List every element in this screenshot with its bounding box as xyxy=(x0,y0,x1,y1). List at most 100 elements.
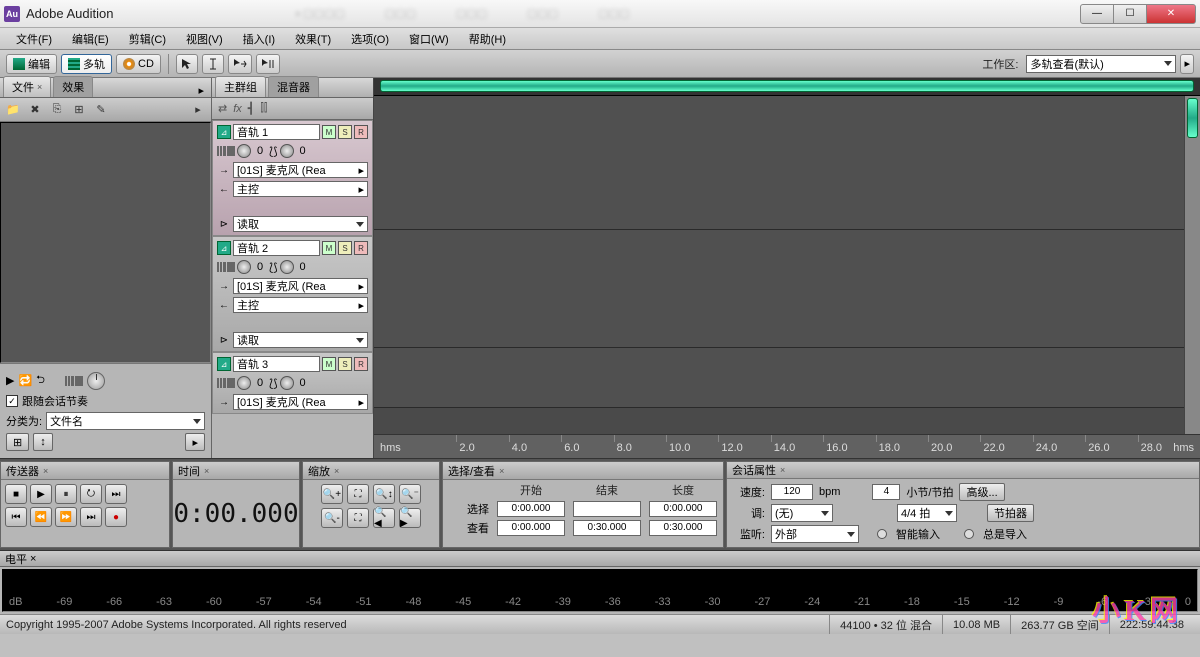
time-sig-select[interactable]: 4/4 拍 xyxy=(897,504,957,522)
preview-volume-dial[interactable] xyxy=(87,372,105,390)
play-button[interactable]: ▶ xyxy=(30,484,52,504)
close-button[interactable]: ✕ xyxy=(1146,4,1196,24)
menu-effects[interactable]: 效果(T) xyxy=(285,28,341,50)
zoom-out-v-button[interactable]: 🔍⁻ xyxy=(399,484,421,504)
track-lane-1[interactable] xyxy=(374,96,1200,230)
sel-length-input[interactable]: 0:00.000 xyxy=(649,501,717,517)
follow-tempo-checkbox[interactable]: ✓ xyxy=(6,395,18,407)
solo-button[interactable]: S xyxy=(338,241,352,255)
inputs-icon[interactable]: ⇄ xyxy=(218,102,227,115)
record-button[interactable]: ● xyxy=(105,507,127,527)
tempo-input[interactable]: 120 xyxy=(771,484,813,500)
tab-files[interactable]: 文件× xyxy=(3,76,51,97)
pause-button[interactable]: ⏸ xyxy=(55,484,77,504)
close-file-button[interactable]: ✖ xyxy=(26,101,44,119)
record-arm-button[interactable]: R xyxy=(354,357,368,371)
record-arm-button[interactable]: R xyxy=(354,125,368,139)
mute-button[interactable]: M xyxy=(322,357,336,371)
stop-button[interactable]: ■ xyxy=(5,484,27,504)
sort-select[interactable]: 文件名 xyxy=(46,412,205,430)
pan-knob[interactable] xyxy=(280,260,294,274)
play-to-end-button[interactable]: ⏭ xyxy=(105,484,127,504)
insert-cd-button[interactable]: ⊞ xyxy=(70,101,88,119)
track-name-input[interactable]: 音轨 1 xyxy=(233,124,320,140)
minimize-button[interactable]: — xyxy=(1080,4,1114,24)
input-select[interactable]: [01S] 麦克风 (Rea▸ xyxy=(233,278,368,294)
volume-knob[interactable] xyxy=(237,144,251,158)
output-select[interactable]: 主控▸ xyxy=(233,181,368,197)
input-select[interactable]: [01S] 麦克风 (Rea▸ xyxy=(233,162,368,178)
tab-mixer[interactable]: 混音器 xyxy=(268,76,319,97)
time-ruler[interactable]: hms hms 2.04.06.08.010.012.014.016.018.0… xyxy=(374,434,1200,458)
close-icon[interactable]: × xyxy=(780,465,785,475)
tool-hybrid[interactable] xyxy=(228,54,252,74)
tab-main-group[interactable]: 主群组 xyxy=(215,76,266,97)
pan-knob[interactable] xyxy=(280,376,294,390)
menu-edit[interactable]: 编辑(E) xyxy=(62,28,119,50)
automation-mode-select[interactable]: 读取 xyxy=(233,216,368,232)
metronome-button[interactable]: 节拍器 xyxy=(987,504,1034,522)
solo-button[interactable]: S xyxy=(338,125,352,139)
go-start-button[interactable]: ⏮ xyxy=(5,507,27,527)
track-name-input[interactable]: 音轨 3 xyxy=(233,356,320,372)
menu-options[interactable]: 选项(O) xyxy=(341,28,399,50)
horizontal-scrollbar[interactable] xyxy=(374,78,1200,96)
menu-view[interactable]: 视图(V) xyxy=(176,28,233,50)
zoom-in-h-button[interactable]: 🔍+ xyxy=(321,484,343,504)
smart-input-radio[interactable] xyxy=(877,529,887,539)
zoom-in-left-button[interactable]: 🔍◀ xyxy=(373,508,395,528)
files-list[interactable] xyxy=(0,122,211,363)
track-type-icon[interactable]: ⊿ xyxy=(217,241,231,255)
monitor-select[interactable]: 外部 xyxy=(771,525,859,543)
mode-multitrack-button[interactable]: 多轨 xyxy=(61,54,112,74)
zoom-out-full-button[interactable]: ⛶ xyxy=(347,484,369,504)
go-end-button[interactable]: ⏭ xyxy=(80,507,102,527)
preview-loop-icon[interactable]: 🔁 xyxy=(18,374,32,387)
tool-move[interactable] xyxy=(176,54,198,74)
track-type-icon[interactable]: ⊿ xyxy=(217,125,231,139)
solo-button[interactable]: S xyxy=(338,357,352,371)
preview-play-icon[interactable]: ▶ xyxy=(6,374,14,387)
advanced-button[interactable]: ▸ xyxy=(185,433,205,451)
volume-knob[interactable] xyxy=(237,376,251,390)
workspace-select[interactable]: 多轨查看(默认) xyxy=(1026,55,1176,73)
bars-input[interactable]: 4 xyxy=(872,484,900,500)
close-icon[interactable]: × xyxy=(334,466,339,476)
import-button[interactable]: 📁 xyxy=(4,101,22,119)
full-path-button[interactable]: ↕ xyxy=(33,433,53,451)
input-select[interactable]: [01S] 麦克风 (Rea▸ xyxy=(233,394,368,410)
view-length-input[interactable]: 0:30.000 xyxy=(649,520,717,536)
view-end-input[interactable]: 0:30.000 xyxy=(573,520,641,536)
advanced-tempo-button[interactable]: 高级... xyxy=(959,483,1004,501)
options-button[interactable]: ▸ xyxy=(189,101,207,119)
automation-mode-select[interactable]: 读取 xyxy=(233,332,368,348)
preview-autoplay-icon[interactable]: ⮌ xyxy=(36,371,45,390)
close-icon[interactable]: × xyxy=(499,466,504,476)
play-looped-button[interactable]: ⭮ xyxy=(80,484,102,504)
close-icon[interactable]: × xyxy=(204,466,209,476)
close-icon[interactable]: × xyxy=(30,553,36,565)
show-markers-button[interactable]: ⊞ xyxy=(6,433,29,451)
edit-file-button[interactable]: ✎ xyxy=(92,101,110,119)
timeline[interactable]: hms hms 2.04.06.08.010.012.014.016.018.0… xyxy=(374,78,1200,458)
track-type-icon[interactable]: ⊿ xyxy=(217,357,231,371)
mode-edit-button[interactable]: 编辑 xyxy=(6,54,57,74)
always-input-radio[interactable] xyxy=(964,529,974,539)
mode-cd-button[interactable]: CD xyxy=(116,54,161,74)
zoom-out-h-button[interactable]: 🔍- xyxy=(321,508,343,528)
tool-time-select[interactable] xyxy=(202,54,224,74)
volume-knob[interactable] xyxy=(237,260,251,274)
tab-effects[interactable]: 效果 xyxy=(53,76,93,97)
maximize-button[interactable]: ☐ xyxy=(1113,4,1147,24)
fx-icon[interactable]: fx xyxy=(233,103,242,115)
sel-start-input[interactable]: 0:00.000 xyxy=(497,501,565,517)
vertical-scrollbar[interactable] xyxy=(1184,96,1200,434)
menu-file[interactable]: 文件(F) xyxy=(6,28,62,50)
mute-button[interactable]: M xyxy=(322,125,336,139)
level-meter[interactable]: dB-69-66-63-60-57-54-51-48-45-42-39-36-3… xyxy=(2,569,1198,612)
eq-icon[interactable]: ⫿⫿ xyxy=(260,102,267,115)
menu-insert[interactable]: 插入(I) xyxy=(233,28,285,50)
mute-button[interactable]: M xyxy=(322,241,336,255)
track-lane-2[interactable] xyxy=(374,230,1200,348)
rewind-button[interactable]: ⏪ xyxy=(30,507,52,527)
